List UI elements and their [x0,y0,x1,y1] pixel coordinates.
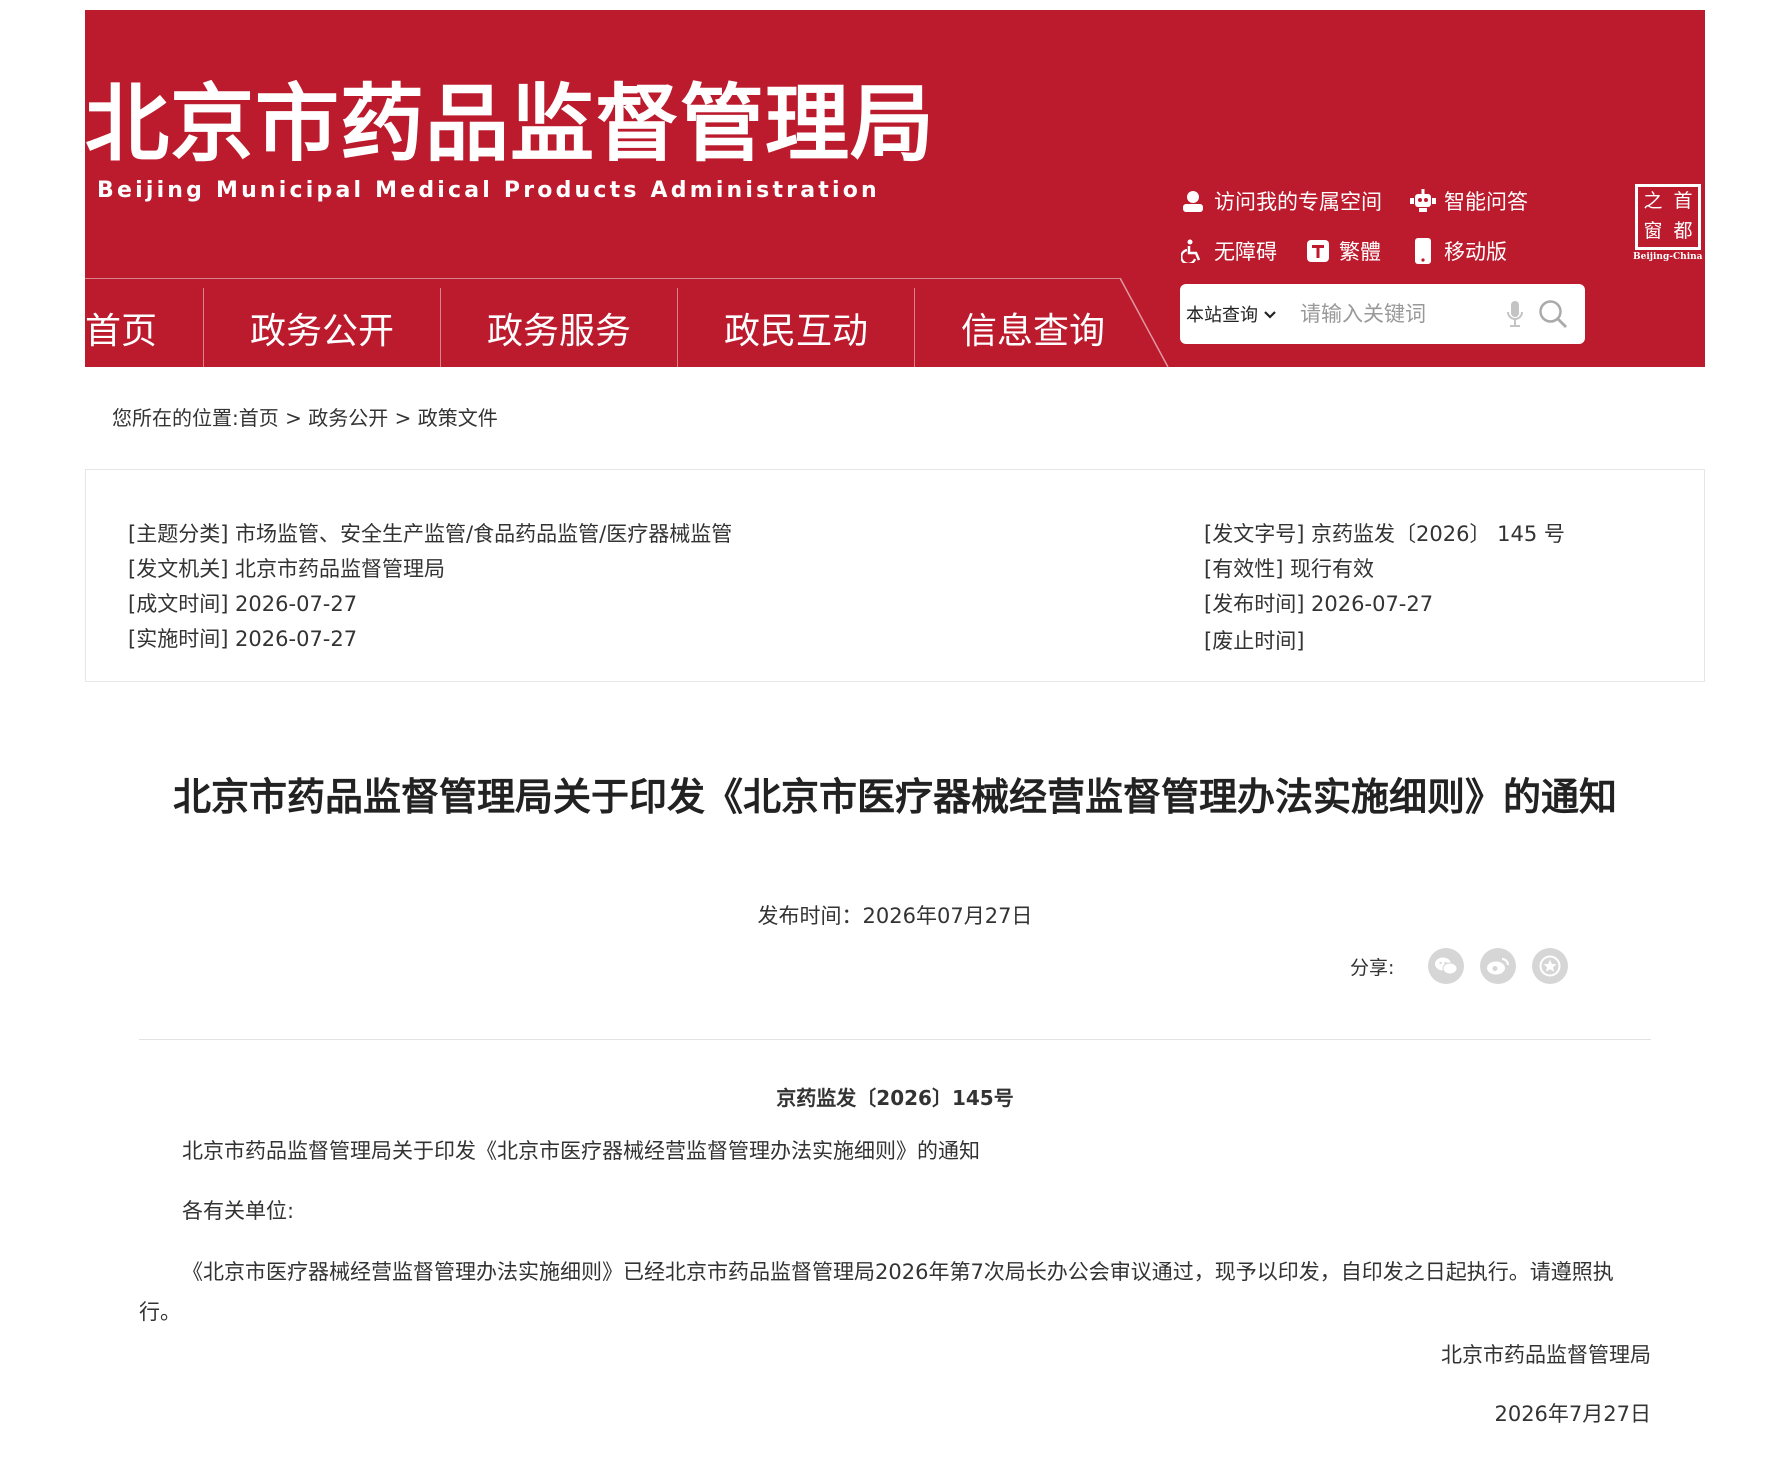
search-icon[interactable] [1538,299,1568,329]
meta-doc-number: [发文字号] 京药监发〔2026〕 145 号 [1204,522,1565,546]
nav-gov-open[interactable]: 政务公开 [204,288,440,367]
meta-effective: [实施时间] 2026-07-27 [128,627,358,651]
chevron-down-icon [1264,304,1276,325]
nav-home[interactable]: 首页 [85,288,203,367]
meta-created: [成文时间] 2026-07-27 [128,592,358,616]
seal-char: 窗 [1643,220,1663,242]
breadcrumb: 您所在的位置:首页 > 政务公开 > 政策文件 [112,402,498,431]
breadcrumb-home[interactable]: 首页 [239,406,279,430]
star-icon[interactable] [1532,948,1569,984]
share-bar: 分享: [1350,948,1569,984]
article-body: 《北京市医疗器械经营监督管理办法实施细则》已经北京市药品监督管理局2026年第7… [139,1260,1614,1324]
site-logo-subtitle: Beijing Municipal Medical Products Admin… [97,178,880,203]
weibo-icon[interactable] [1480,948,1517,984]
meta-published: [发布时间] 2026-07-27 [1204,592,1434,616]
meta-topic: [主题分类] 市场监管、安全生产监管/食品药品监管/医疗器械监管 [128,522,733,546]
breadcrumb-prefix: 您所在的位置: [112,406,239,430]
article-title: 北京市药品监督管理局关于印发《北京市医疗器械经营监督管理办法实施细则》的通知 [172,775,1617,819]
wechat-icon[interactable] [1428,948,1465,984]
meta-repealed: [废止时间] [1204,629,1305,653]
document-number: 京药监发〔2026〕145号 [776,1086,1014,1110]
site-header: 北京市药品监督管理局 Beijing Municipal Medical Pro… [85,10,1705,367]
capital-window-seal[interactable]: 之 首 窗 都 [1635,184,1701,250]
search-scope-label: 本站查询 [1186,305,1258,326]
seal-subtitle: Beijing-China [1633,252,1703,262]
seal-char: 之 [1643,190,1663,212]
main-nav: 首页 政务公开 政务服务 政民互动 信息查询 [85,288,1151,367]
nav-interaction[interactable]: 政民互动 [678,288,914,367]
article-subtitle: 北京市药品监督管理局关于印发《北京市医疗器械经营监督管理办法实施细则》的通知 [182,1139,980,1163]
smart-qa-label: 智能问答 [1444,190,1528,214]
share-label: 分享: [1350,956,1395,979]
meta-issuer: [发文机关] 北京市药品监督管理局 [128,557,446,581]
seal-char: 首 [1673,190,1693,212]
article-pubdate: 发布时间：2026年07月27日 [757,904,1033,928]
article-sign-date: 2026年7月27日 [1494,1402,1651,1426]
accessibility-link[interactable]: 无障碍 [1180,236,1277,266]
breadcrumb-policy-docs[interactable]: 政策文件 [418,406,498,430]
breadcrumb-gov-open[interactable]: 政务公开 [308,406,388,430]
nav-info-query[interactable]: 信息查询 [915,288,1151,367]
breadcrumb-separator: > [394,406,412,430]
meta-validity: [有效性] 现行有效 [1204,557,1375,581]
user-icon [1180,188,1206,214]
breadcrumb-separator: > [285,406,302,430]
article-salutation: 各有关单位: [182,1199,295,1223]
article-signature: 北京市药品监督管理局 [1441,1343,1651,1367]
seal-char: 都 [1673,220,1693,242]
document-meta-box: [主题分类] 市场监管、安全生产监管/食品药品监管/医疗器械监管 [发文机关] … [85,469,1705,682]
article-divider [139,1039,1651,1040]
my-space-label: 访问我的专属空间 [1214,190,1382,214]
my-space-link[interactable]: 访问我的专属空间 [1180,186,1382,216]
microphone-icon[interactable] [1506,300,1524,328]
mobile-icon [1410,238,1436,264]
nav-gov-service[interactable]: 政务服务 [441,288,677,367]
search-bar: 本站查询 [1180,284,1585,344]
accessibility-label: 无障碍 [1214,240,1277,264]
smart-qa-link[interactable]: 智能问答 [1410,186,1528,216]
site-logo-title[interactable]: 北京市药品监督管理局 [85,82,935,166]
text-t-icon [1305,238,1331,264]
traditional-chinese-link[interactable]: 繁體 [1305,236,1381,266]
search-input[interactable] [1298,301,1502,327]
nav-top-divider [85,278,1120,279]
robot-icon [1410,188,1436,214]
search-scope-select[interactable]: 本站查询 [1180,301,1298,327]
wheelchair-icon [1180,238,1206,264]
mobile-version-link[interactable]: 移动版 [1410,236,1507,266]
mobile-version-label: 移动版 [1444,240,1507,264]
traditional-chinese-label: 繁體 [1339,240,1381,264]
